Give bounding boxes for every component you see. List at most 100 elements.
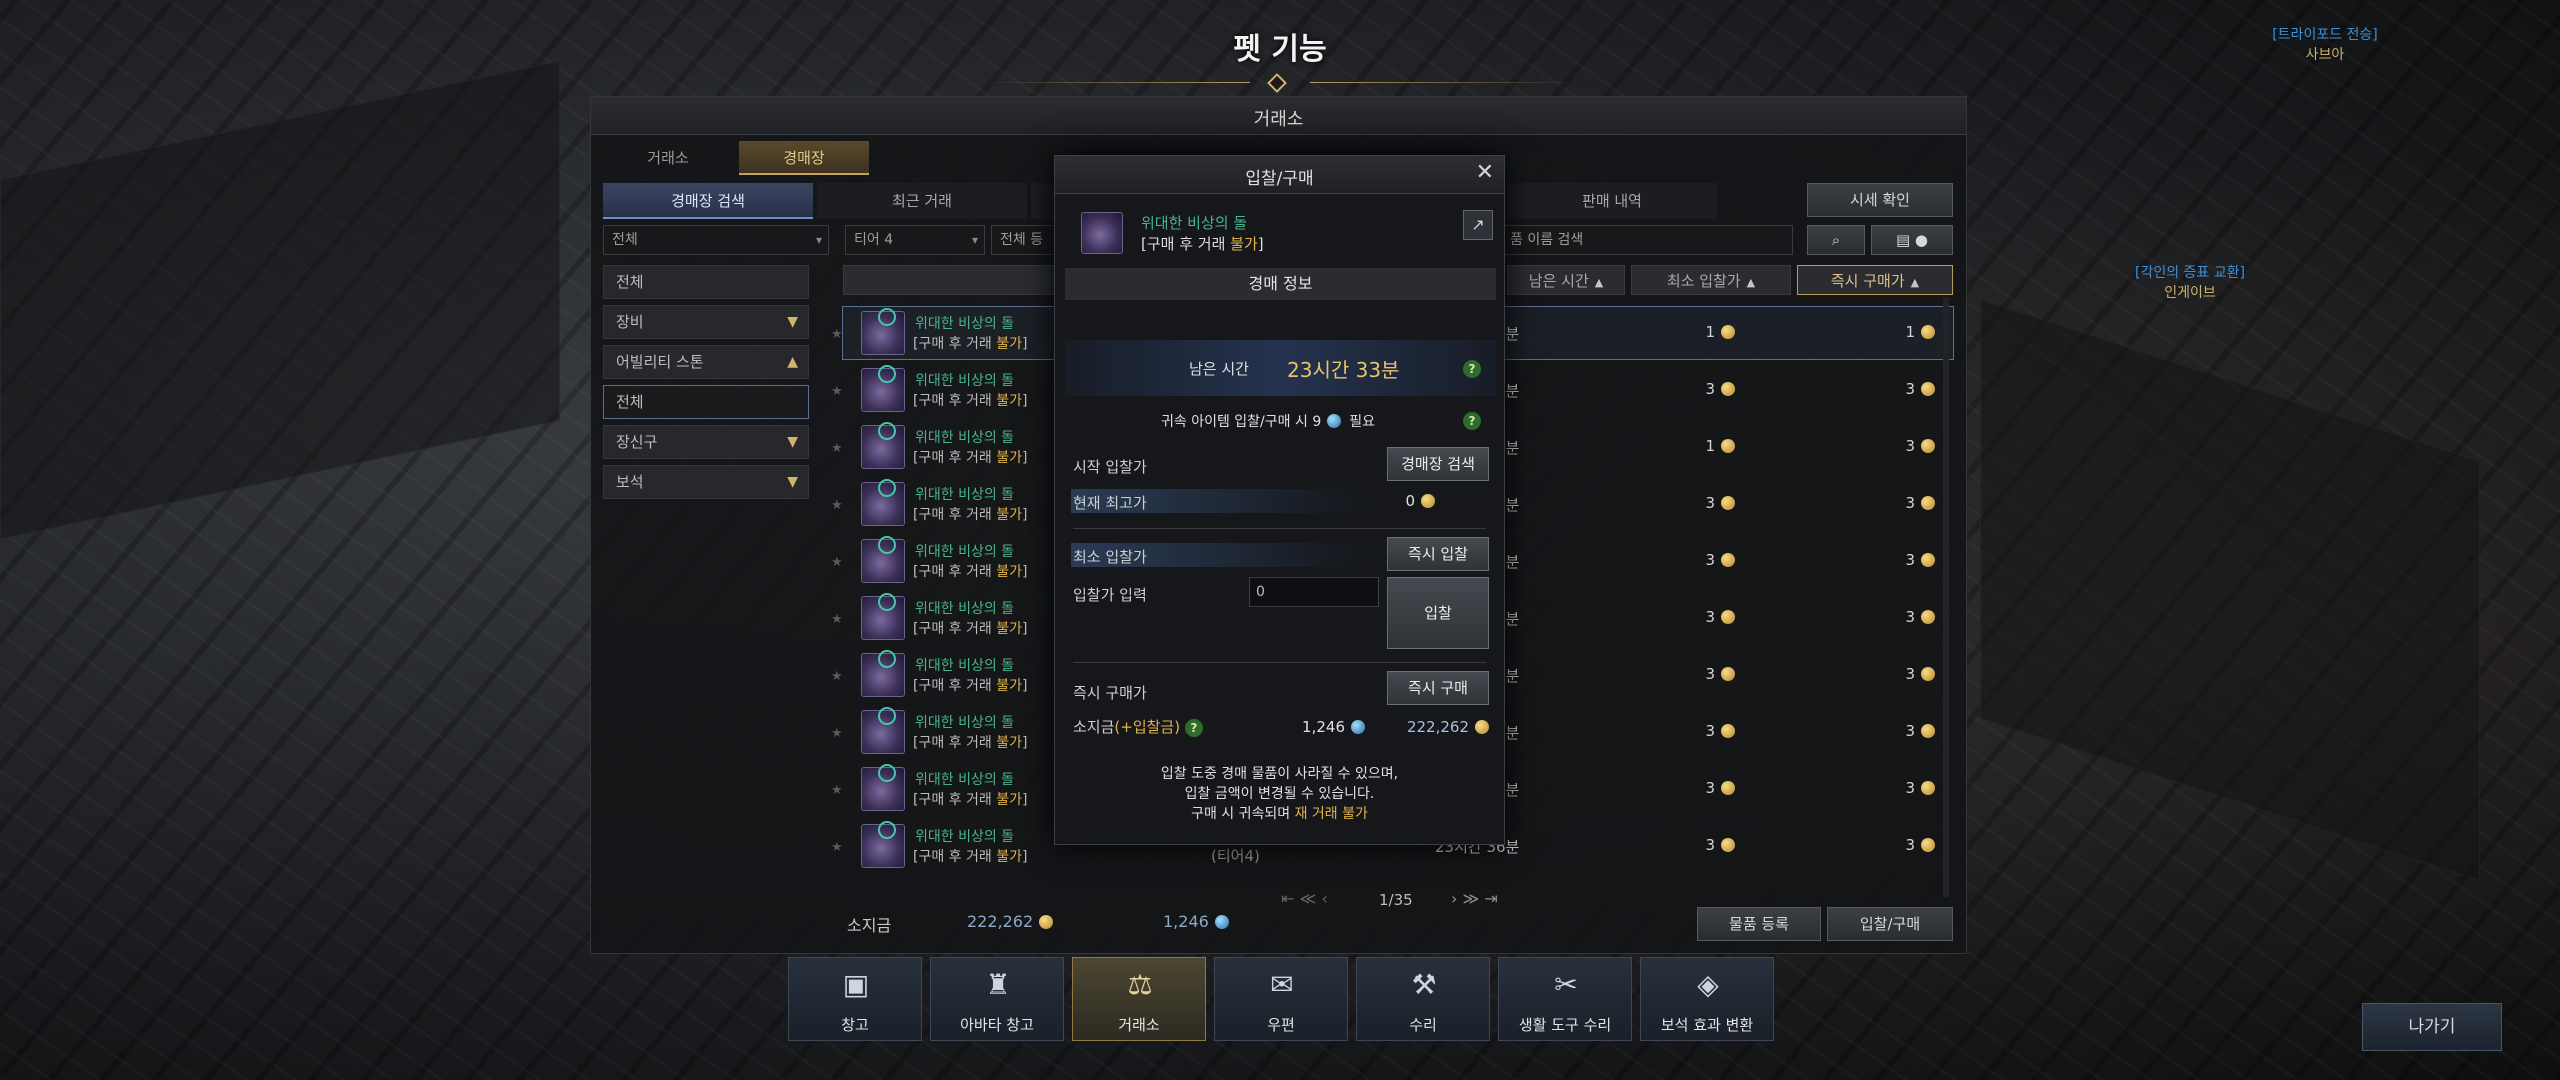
header-time[interactable]: 남은 시간 ▲	[1507, 265, 1625, 295]
exit-button[interactable]: 나가기	[2362, 1003, 2502, 1051]
filter-button[interactable]: ▤ ●	[1871, 225, 1953, 255]
instant-buy-cell: 3	[1753, 380, 1935, 398]
sidebar-item-label: 장비	[616, 313, 644, 331]
favorite-star-icon[interactable]: ★	[831, 840, 843, 855]
favorite-star-icon[interactable]: ★	[831, 612, 843, 627]
dock-exchange[interactable]: ⚖ 거래소	[1072, 957, 1206, 1041]
favorite-star-icon[interactable]: ★	[831, 726, 843, 741]
search-button[interactable]: ⌕	[1807, 225, 1865, 255]
instant-buy-cell: 3	[1753, 494, 1935, 512]
divider	[1073, 528, 1486, 529]
favorite-star-icon[interactable]: ★	[831, 783, 843, 798]
gold-coin-icon	[1421, 494, 1435, 508]
help-icon[interactable]: ?	[1463, 358, 1481, 378]
header-instant[interactable]: 즉시 구매가 ▲	[1797, 265, 1953, 295]
dock-storage[interactable]: ▣ 창고	[788, 957, 922, 1041]
bid-buy-button[interactable]: 입찰/구매	[1827, 907, 1953, 941]
tab-recent-trades[interactable]: 최근 거래	[817, 183, 1027, 219]
favorite-star-icon[interactable]: ★	[831, 555, 843, 570]
dock-label: 우편	[1267, 1016, 1295, 1034]
dropdown-value: 전체 등	[1000, 232, 1044, 248]
header-min-bid[interactable]: 최소 입찰가 ▲	[1631, 265, 1791, 295]
help-icon[interactable]: ?	[1184, 719, 1203, 737]
instant-buy-value: 3	[1905, 551, 1915, 569]
instant-bid-button[interactable]: 즉시 입찰	[1387, 537, 1489, 571]
header-label: 남은 시간	[1528, 272, 1589, 290]
grade-dropdown[interactable]: 전체 등	[991, 225, 1061, 255]
item-sub-highlight: 불가	[996, 678, 1022, 694]
dock-mail[interactable]: ✉ 우편	[1214, 957, 1348, 1041]
favorite-star-icon[interactable]: ★	[831, 327, 843, 342]
close-icon[interactable]: ✕	[1476, 160, 1494, 185]
tab-auction-search[interactable]: 경매장 검색	[603, 183, 813, 219]
crystal-icon	[1327, 414, 1342, 428]
chevron-down-icon: ▼	[787, 434, 798, 450]
item-name: 위대한 비상의 돌	[915, 601, 1015, 617]
sidebar-item-accessory[interactable]: 장신구 ▼	[603, 425, 809, 459]
chest-icon: ▣	[842, 968, 870, 1001]
price-chart-icon[interactable]: ↗	[1463, 210, 1493, 240]
instant-buy-value: 3	[1905, 608, 1915, 626]
tier-dropdown[interactable]: 티어 4 ▾	[845, 225, 985, 255]
min-bid-label: 최소 입찰가	[1073, 548, 1147, 566]
npc-label-right[interactable]: [각인의 증표 교환] 인게이브	[2080, 262, 2300, 302]
dialog-title: 입찰/구매	[1245, 169, 1314, 189]
item-sub: [구매 후 거래 불가]	[913, 333, 1027, 353]
item-sub-highlight: 불가	[996, 792, 1022, 808]
bid-input-field[interactable]: 0	[1249, 577, 1379, 607]
notice-highlight: 재 거래 불가	[1294, 806, 1368, 822]
pager-next[interactable]: › ≫ ⇥	[1451, 889, 1498, 908]
dock-label: 수리	[1409, 1016, 1437, 1034]
item-sub-text: [구매 후 거래	[913, 621, 997, 637]
item-sub: [구매 후 거래 불가]	[913, 390, 1027, 410]
sidebar-item-equipment[interactable]: 장비 ▼	[603, 305, 809, 339]
help-icon[interactable]: ?	[1463, 410, 1481, 430]
sidebar-item-all[interactable]: 전체	[603, 265, 809, 299]
instant-buy-value: 3	[1905, 722, 1915, 740]
tab-auction[interactable]: 경매장	[739, 141, 869, 175]
tab-exchange[interactable]: 거래소	[603, 141, 733, 175]
item-sub-text: [구매 후 거래	[913, 792, 997, 808]
pager-prev[interactable]: ⇤ ≪ ‹	[1281, 889, 1328, 908]
item-icon	[861, 650, 905, 697]
dock-repair[interactable]: ⚒ 수리	[1356, 957, 1490, 1041]
sidebar-item-ability-stone[interactable]: 어빌리티 스톤 ▲	[603, 345, 809, 379]
gold-coin-icon	[1921, 496, 1935, 510]
favorite-star-icon[interactable]: ★	[831, 384, 843, 399]
item-sub: [구매 후 거래 불가]	[913, 789, 1027, 809]
price-check-button[interactable]: 시세 확인	[1807, 183, 1953, 217]
tab-sales-history[interactable]: 판매 내역	[1507, 183, 1717, 219]
gold-coin-icon	[1721, 553, 1735, 567]
category-dropdown[interactable]: 전체 ▾	[603, 225, 829, 255]
bid-button[interactable]: 입찰	[1387, 577, 1489, 649]
favorite-star-icon[interactable]: ★	[831, 441, 843, 456]
min-bid-cell: 3	[1563, 608, 1735, 626]
gold-coin-icon	[1475, 720, 1489, 734]
search-input[interactable]: 품 이름 검색	[1501, 225, 1793, 255]
register-item-button[interactable]: 물품 등록	[1697, 907, 1821, 941]
sidebar-item-gem[interactable]: 보석 ▼	[603, 465, 809, 499]
min-bid-value: 3	[1705, 608, 1715, 626]
favorite-star-icon[interactable]: ★	[831, 498, 843, 513]
item-sub-close: ]	[1021, 336, 1028, 352]
item-sub-text: [구매 후 거래	[913, 507, 997, 523]
instant-buy-value: 3	[1905, 779, 1915, 797]
npc-name: 사브아	[2305, 47, 2345, 63]
remain-value: 23시간 33분	[1287, 358, 1400, 382]
dock-tool-repair[interactable]: ✂ 생활 도구 수리	[1498, 957, 1632, 1041]
sidebar-subitem-all[interactable]: 전체	[603, 385, 809, 419]
dock-gem-convert[interactable]: ◈ 보석 효과 변환	[1640, 957, 1774, 1041]
money-label-suffix: (+입찰금)	[1114, 718, 1181, 736]
instant-buy-button[interactable]: 즉시 구매	[1387, 671, 1489, 705]
favorite-star-icon[interactable]: ★	[831, 669, 843, 684]
header-label: 최소 입찰가	[1666, 272, 1741, 290]
avatar-icon: ♜	[985, 968, 1011, 1001]
footer-crystal: 1,246	[1163, 912, 1229, 931]
list-scrollbar[interactable]	[1943, 297, 1949, 897]
npc-label-left[interactable]: [트라이포드 전승] 사브아	[2225, 24, 2425, 64]
item-sub-close: ]	[1021, 450, 1028, 466]
dock-avatar-storage[interactable]: ♜ 아바타 창고	[930, 957, 1064, 1041]
dropdown-value: 티어 4	[854, 232, 894, 248]
item-name: 위대한 비상의 돌	[915, 658, 1015, 674]
auction-search-button[interactable]: 경매장 검색	[1387, 447, 1489, 481]
